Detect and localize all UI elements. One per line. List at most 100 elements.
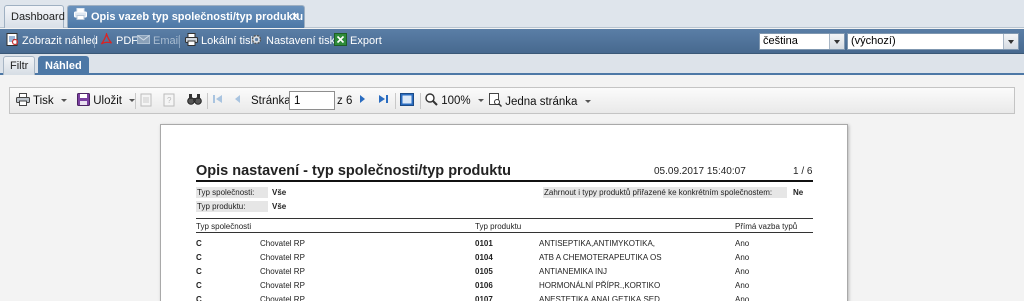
email-icon — [137, 33, 150, 46]
printer-icon — [16, 93, 30, 107]
table-cell-code: C — [196, 239, 202, 248]
table-cell-direct: Ano — [735, 281, 750, 290]
preview-button[interactable]: Zobrazit náhled — [6, 33, 98, 50]
toolbar-separator — [395, 93, 396, 109]
toolbar-separator — [135, 93, 136, 109]
table-cell-prod-code: 0105 — [475, 267, 493, 276]
export-label: Export — [350, 35, 382, 47]
preview-icon — [6, 33, 19, 46]
language-select[interactable]: čeština — [759, 33, 845, 50]
table-cell-direct: Ano — [735, 295, 750, 301]
last-page-icon[interactable] — [378, 93, 389, 110]
save-label: Uložit — [93, 95, 122, 107]
view-mode-label: Jedna stránka — [505, 96, 578, 108]
param-include-value: Ne — [793, 188, 804, 197]
table-cell-code: C — [196, 295, 202, 301]
print-dropdown-button[interactable]: Tisk — [16, 93, 67, 110]
page-number-input[interactable] — [289, 91, 335, 110]
view-mode-dropdown-button[interactable]: Jedna stránka — [489, 93, 591, 110]
tab-filter[interactable]: Filtr — [3, 56, 36, 75]
param-company-type-value: Vše — [272, 188, 287, 197]
param-product-type-label: Typ produktu: — [196, 201, 268, 212]
report-page-number: 1 / 6 — [793, 166, 813, 177]
pdf-label: PDF — [116, 35, 138, 47]
single-page-icon — [489, 93, 502, 108]
column-header-direct-link: Přímá vazba typů — [735, 222, 798, 231]
table-cell-code: C — [196, 253, 202, 262]
close-icon[interactable]: ✕ — [291, 6, 300, 28]
profile-select-value: (výchozí) — [851, 35, 896, 47]
table-cell-prod-code: 0106 — [475, 281, 493, 290]
report-date: 05.09.2017 15:40:07 — [654, 166, 746, 177]
full-screen-icon[interactable] — [400, 93, 414, 110]
report-title: Opis nastavení - typ společnosti/typ pro… — [196, 163, 512, 179]
pdf-button[interactable]: PDF — [100, 31, 138, 50]
report-page: Opis nastavení - typ společnosti/typ pro… — [160, 124, 848, 301]
print-settings-button[interactable]: Nastavení tisku — [250, 33, 341, 50]
table-cell-prod-name: ANESTETIKA,ANALGETIKA,SED — [539, 295, 660, 301]
zoom-dropdown-button[interactable]: 100% — [425, 93, 484, 110]
table-cell-prod-name: HORMONÁLNÍ PŘÍPR.,KORTIKO — [539, 281, 661, 290]
tab-filter-label: Filtr — [10, 60, 29, 72]
zoom-value: 100% — [441, 95, 471, 107]
param-company-type-label: Typ společnosti: — [196, 187, 268, 198]
action-toolbar: Zobrazit náhled PDF Email Lokální tisk N… — [0, 29, 1024, 54]
table-cell-direct: Ano — [735, 239, 750, 248]
table-cell-prod-name: ANTISEPTIKA,ANTIMYKOTIKA, — [539, 239, 656, 248]
tab-report-label: Opis vazeb typ společnosti/typ produktu — [91, 11, 304, 23]
save-dropdown-button[interactable]: Uložit — [77, 93, 135, 110]
table-cell-direct: Ano — [735, 253, 750, 262]
print-label: Tisk — [33, 95, 54, 107]
parameters-icon[interactable]: ? — [163, 93, 175, 110]
table-cell-direct: Ano — [735, 267, 750, 276]
table-cell-company: Chovatel RP — [260, 267, 305, 276]
find-icon[interactable] — [187, 93, 202, 110]
excel-export-icon — [334, 33, 347, 46]
preview-label: Zobrazit náhled — [22, 35, 98, 47]
toolbar-separator — [94, 35, 95, 48]
column-header-product-type: Typ produktu — [475, 222, 522, 231]
save-icon — [77, 93, 90, 107]
tab-dashboard[interactable]: Dashboard — [4, 5, 65, 28]
export-button[interactable]: Export — [334, 33, 382, 50]
chevron-down-icon[interactable] — [829, 34, 844, 49]
email-button[interactable]: Email — [137, 33, 181, 50]
table-cell-company: Chovatel RP — [260, 281, 305, 290]
zoom-icon — [425, 93, 438, 107]
param-product-type-value: Vše — [272, 202, 287, 211]
toolbar-separator — [420, 93, 421, 109]
page-total: z 6 — [337, 95, 353, 107]
table-cell-code: C — [196, 267, 202, 276]
tab-preview-label: Náhled — [45, 60, 82, 72]
tab-strip: Dashboard Opis vazeb typ společnosti/typ… — [0, 0, 1024, 28]
header-divider — [196, 218, 813, 219]
tab-dashboard-label: Dashboard — [11, 11, 65, 23]
pdf-icon — [100, 31, 113, 46]
column-header-divider — [196, 232, 813, 233]
first-page-icon[interactable] — [212, 93, 223, 110]
param-include-label: Zahrnout i typy produktů přiřazené ke ko… — [543, 187, 787, 198]
table-cell-company: Chovatel RP — [260, 253, 305, 262]
title-divider — [196, 180, 813, 182]
document-icon[interactable] — [140, 93, 152, 110]
table-cell-prod-name: ANTIANEMIKA INJ — [539, 267, 608, 276]
table-cell-company: Chovatel RP — [260, 239, 305, 248]
table-cell-prod-code: 0104 — [475, 253, 493, 262]
email-label: Email — [153, 35, 181, 47]
profile-select[interactable]: (výchozí) — [847, 33, 1019, 50]
toolbar-separator — [207, 93, 208, 109]
local-print-button[interactable]: Lokální tisk — [185, 33, 256, 50]
table-cell-prod-name: ATB A CHEMOTERAPEUTIKA OS — [539, 253, 662, 262]
table-cell-prod-code: 0101 — [475, 239, 493, 248]
chevron-down-icon[interactable] — [1003, 34, 1018, 49]
local-print-label: Lokální tisk — [201, 35, 257, 47]
previous-page-icon[interactable] — [233, 93, 242, 110]
tab-preview[interactable]: Náhled — [38, 56, 89, 75]
view-subtabs: Filtr Náhled — [0, 54, 1024, 75]
table-cell-company: Chovatel RP — [260, 295, 305, 301]
printer-icon — [185, 33, 198, 46]
tab-report-preview[interactable]: Opis vazeb typ společnosti/typ produktu … — [67, 5, 305, 28]
next-page-icon[interactable] — [358, 93, 367, 110]
print-settings-label: Nastavení tisku — [266, 35, 342, 47]
table-cell-code: C — [196, 281, 202, 290]
